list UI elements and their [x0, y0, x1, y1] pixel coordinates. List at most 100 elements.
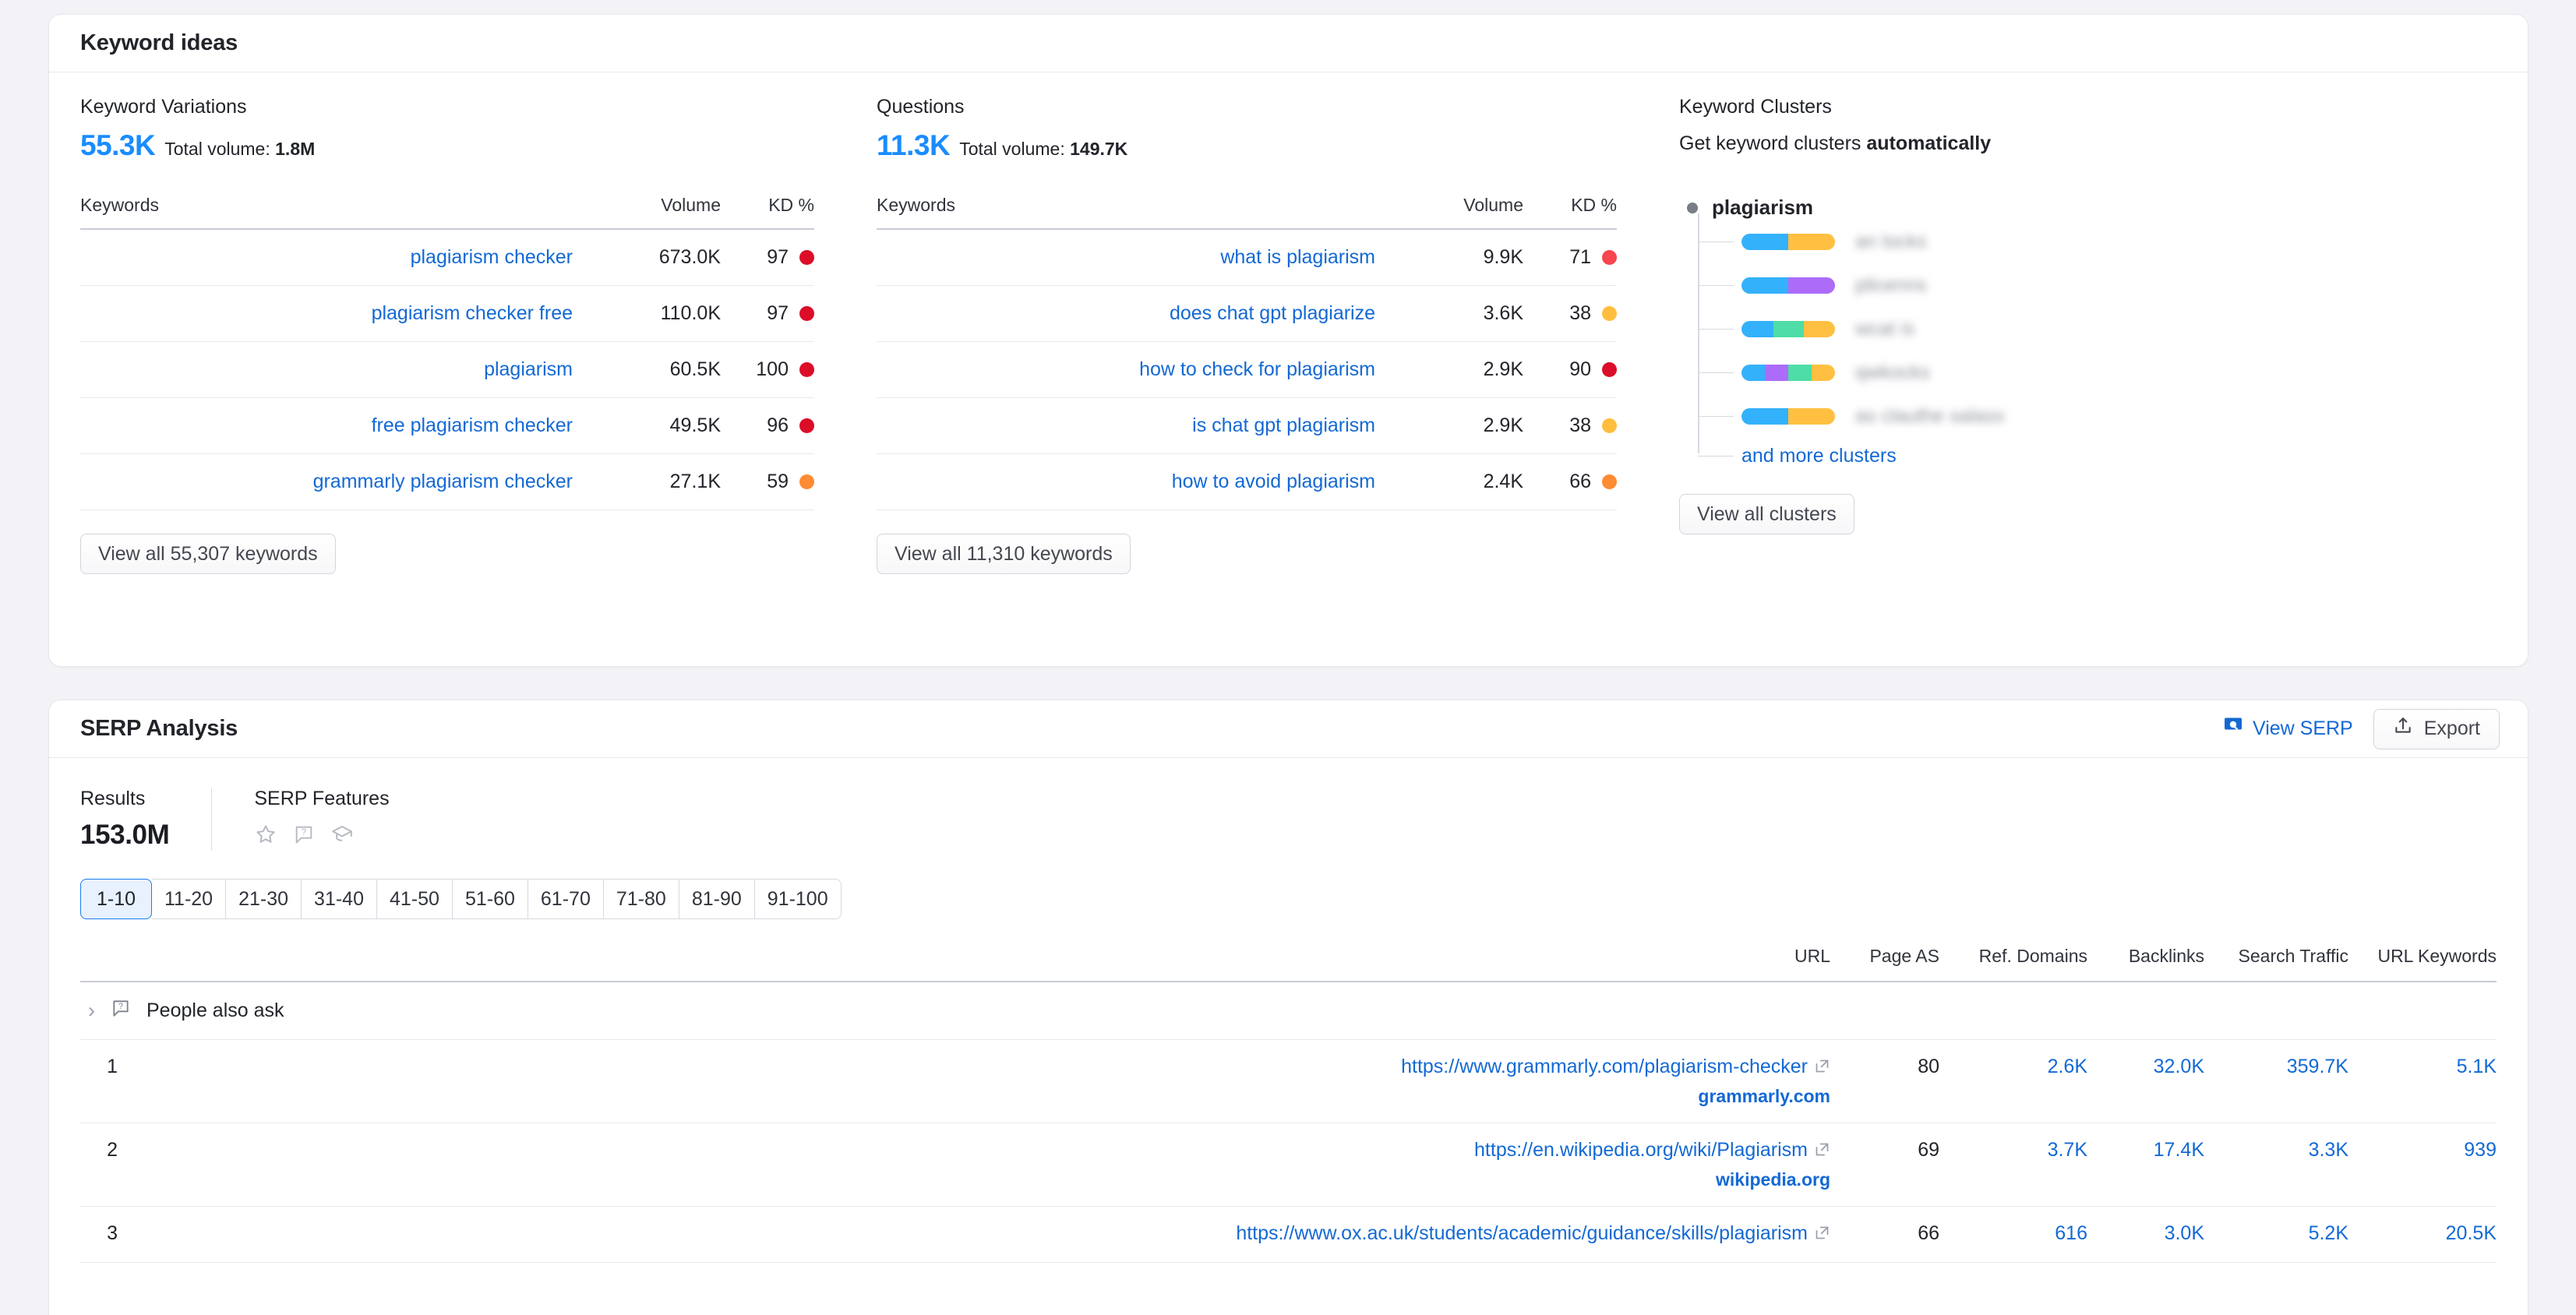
table-row: 3 https://www.ox.ac.uk/students/academic/… — [80, 1206, 2497, 1263]
page-as-cell: 80 — [1830, 1039, 1939, 1123]
star-icon[interactable] — [254, 823, 277, 846]
export-button[interactable]: Export — [2373, 708, 2500, 749]
keyword-link[interactable]: free plagiarism checker — [372, 414, 573, 436]
kd-cell: 59 — [721, 453, 814, 510]
search-traffic-value[interactable]: 359.7K — [2287, 1056, 2348, 1077]
pagination-item-71-80[interactable]: 71-80 — [603, 879, 679, 919]
backlinks-value[interactable]: 32.0K — [2154, 1056, 2204, 1077]
questions-count: 11.3K — [877, 129, 951, 161]
keyword-cell: plagiarism — [80, 341, 573, 398]
kd-cell: 90 — [1523, 341, 1617, 398]
table-row: plagiarism checker 673.0K 97 — [80, 229, 814, 286]
table-row: plagiarism checker free 110.0K 97 — [80, 285, 814, 342]
cluster-bar — [1741, 277, 1835, 294]
search-traffic-value[interactable]: 3.3K — [2309, 1139, 2348, 1161]
serp-header-actions: View SERP Export — [2223, 708, 2500, 749]
kd-dot-icon — [1602, 362, 1617, 377]
serp-analysis-header: SERP Analysis View SERP Export — [49, 700, 2528, 758]
keyword-link[interactable]: plagiarism checker — [411, 246, 573, 268]
paa-cell: ›? People also ask — [80, 982, 2497, 1040]
result-domain-link[interactable]: wikipedia.org — [118, 1169, 1830, 1190]
kd-value: 96 — [767, 414, 789, 436]
kd-dot-icon — [799, 306, 814, 321]
pagination-item-11-20[interactable]: 11-20 — [152, 879, 227, 919]
keyword-link[interactable]: does chat gpt plagiarize — [1170, 302, 1375, 324]
ref-domains-cell: 616 — [1939, 1206, 2087, 1263]
result-url-link[interactable]: https://en.wikipedia.org/wiki/Plagiarism — [1474, 1139, 1808, 1161]
keyword-cell: free plagiarism checker — [80, 397, 573, 454]
ref-domains-value[interactable]: 616 — [2055, 1222, 2087, 1244]
backlinks-value[interactable]: 17.4K — [2154, 1139, 2204, 1161]
url-keywords-value[interactable]: 20.5K — [2446, 1222, 2497, 1244]
cluster-item-label: wcat is — [1855, 317, 1915, 340]
view-serp-button[interactable]: View SERP — [2223, 716, 2353, 742]
table-row: 1 https://www.grammarly.com/plagiarism-ch… — [80, 1039, 2497, 1123]
cluster-item[interactable]: wcat is — [1698, 307, 2474, 351]
serp-table-wrap: URL Page AS Ref. Domains Backlinks Searc… — [49, 946, 2528, 1263]
search-traffic-value[interactable]: 5.2K — [2309, 1222, 2348, 1244]
bullet-icon — [1687, 202, 1698, 213]
keyword-link[interactable]: is chat gpt plagiarism — [1192, 414, 1375, 436]
pagination-item-91-100[interactable]: 91-100 — [754, 879, 842, 919]
keyword-link[interactable]: what is plagiarism — [1220, 246, 1375, 268]
result-url-link[interactable]: https://www.ox.ac.uk/students/academic/g… — [1236, 1222, 1808, 1244]
pagination-item-61-70[interactable]: 61-70 — [528, 879, 604, 919]
cluster-bar-segment — [1788, 364, 1812, 381]
keyword-link[interactable]: how to avoid plagiarism — [1172, 471, 1375, 492]
serp-pagination: 1-10 11-20 21-30 31-40 41-50 51-60 61-70 71-80 8… — [49, 879, 2528, 919]
view-all-variations-button[interactable]: View all 55,307 keywords — [80, 534, 336, 574]
backlinks-value[interactable]: 3.0K — [2165, 1222, 2204, 1244]
kd-cell: 97 — [721, 229, 814, 286]
pagination-item-51-60[interactable]: 51-60 — [452, 879, 528, 919]
cluster-bar-segment — [1741, 407, 1788, 425]
people-also-ask-row[interactable]: ›? People also ask — [80, 982, 2497, 1040]
col-header-search-traffic: Search Traffic — [2204, 946, 2348, 982]
serp-features-label: SERP Features — [254, 788, 390, 809]
pagination-item-1-10[interactable]: 1-10 — [80, 879, 152, 919]
cluster-bar-segment — [1788, 233, 1835, 250]
kd-value: 100 — [756, 358, 789, 380]
more-clusters-link[interactable]: and more clusters — [1698, 438, 2474, 474]
cluster-item[interactable]: plicenns — [1698, 263, 2474, 307]
ref-domains-value[interactable]: 2.6K — [2048, 1056, 2087, 1077]
col-header-url: URL — [118, 946, 1830, 982]
col-header-ref-domains: Ref. Domains — [1939, 946, 2087, 982]
cluster-item[interactable]: an locks — [1698, 220, 2474, 263]
table-header-row: URL Page AS Ref. Domains Backlinks Searc… — [80, 946, 2497, 982]
col-header-kd: KD % — [1523, 195, 1617, 230]
keyword-link[interactable]: how to check for plagiarism — [1139, 358, 1375, 380]
question-bubble-icon[interactable]: ? — [293, 823, 315, 845]
kd-value: 38 — [1569, 302, 1591, 324]
pagination-item-21-30[interactable]: 21-30 — [226, 879, 302, 919]
keyword-cell: plagiarism checker — [80, 229, 573, 286]
kd-dot-icon — [1602, 306, 1617, 321]
keyword-link[interactable]: grammarly plagiarism checker — [313, 471, 573, 492]
url-keywords-value[interactable]: 939 — [2464, 1139, 2497, 1161]
clusters-note-bold: automatically — [1866, 132, 1992, 154]
pagination-item-41-50[interactable]: 41-50 — [377, 879, 453, 919]
url-keywords-cell: 939 — [2348, 1123, 2497, 1207]
view-all-questions-button[interactable]: View all 11,310 keywords — [877, 534, 1131, 574]
keyword-link[interactable]: plagiarism checker free — [372, 302, 573, 324]
volume-cell: 2.4K — [1375, 453, 1523, 510]
url-keywords-cell: 5.1K — [2348, 1039, 2497, 1123]
cluster-item-label: an locks — [1855, 230, 1927, 252]
view-all-clusters-button[interactable]: View all clusters — [1679, 494, 1854, 534]
url-keywords-value[interactable]: 5.1K — [2457, 1056, 2497, 1077]
pagination-item-81-90[interactable]: 81-90 — [679, 879, 755, 919]
chevron-right-icon[interactable]: › — [88, 1000, 95, 1021]
ref-domains-value[interactable]: 3.7K — [2048, 1139, 2087, 1161]
cluster-item[interactable]: as clauthe salasx — [1698, 394, 2474, 438]
pagination-item-31-40[interactable]: 31-40 — [302, 879, 377, 919]
keyword-link[interactable]: plagiarism — [484, 358, 573, 380]
serp-analysis-card: SERP Analysis View SERP Export Results 1… — [48, 700, 2528, 1315]
result-url-link[interactable]: https://www.grammarly.com/plagiarism-che… — [1401, 1056, 1808, 1077]
graduation-cap-icon[interactable] — [330, 823, 354, 846]
result-domain-link[interactable]: grammarly.com — [118, 1086, 1830, 1107]
cluster-item[interactable]: qwkocks — [1698, 351, 2474, 394]
page-as-cell: 69 — [1830, 1123, 1939, 1207]
table-row: does chat gpt plagiarize 3.6K 38 — [877, 285, 1617, 342]
ref-domains-cell: 3.7K — [1939, 1123, 2087, 1207]
cluster-bar — [1741, 320, 1835, 337]
results-label: Results — [80, 788, 146, 809]
